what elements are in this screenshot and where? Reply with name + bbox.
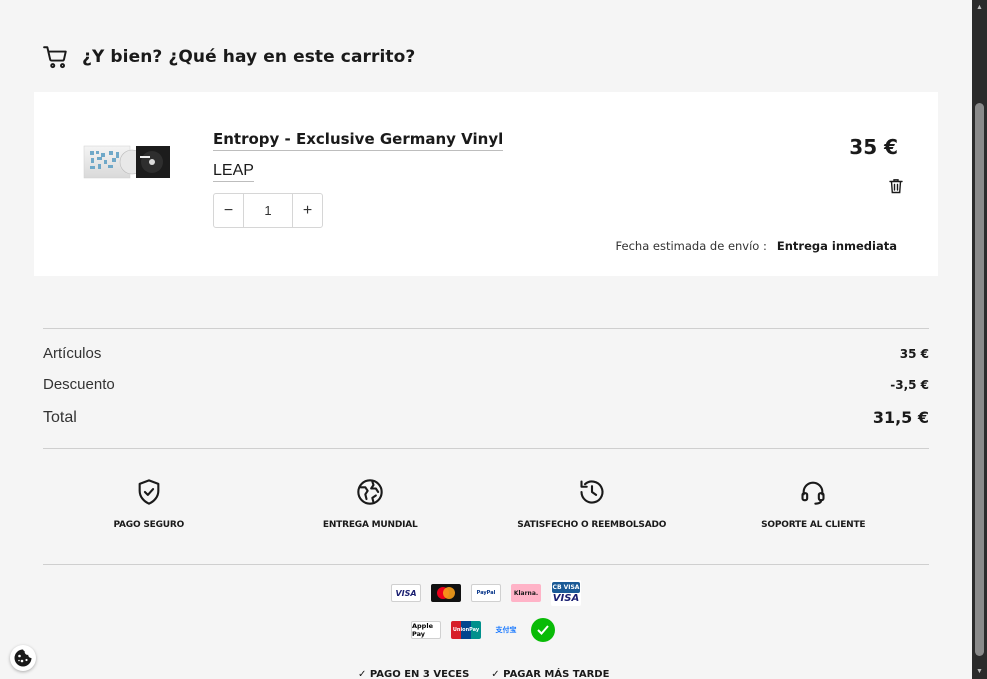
feature-satisfaction-guarantee: SATISFECHO O REEMBOLSADO (486, 478, 698, 530)
scroll-down-arrow-icon[interactable]: ▼ (972, 664, 987, 679)
unionpay-logo: UnionPay (451, 621, 481, 639)
discount-label: Descuento (43, 376, 115, 393)
discount-value: -3,5 € (890, 377, 929, 392)
mastercard-logo (431, 584, 461, 602)
articles-label: Artículos (43, 345, 102, 362)
payment-options: ✓ PAGO EN 3 VECES ✓ PAGAR MÁS TARDE (358, 669, 609, 679)
cb-visa-label: CB VISA (552, 581, 580, 593)
alipay-logo: 支付宝 (495, 626, 517, 634)
increase-quantity-button[interactable]: + (292, 194, 322, 227)
scroll-up-arrow-icon[interactable]: ▲ (972, 0, 987, 15)
summary-total-row: Total 31,5 € (43, 408, 929, 427)
divider (43, 328, 929, 329)
trust-features: PAGO SEGURO ENTREGA MUNDIAL SATISFECHO O… (43, 478, 929, 530)
trash-icon[interactable] (889, 178, 903, 194)
headset-icon (801, 481, 825, 505)
scrollbar-thumb[interactable] (975, 103, 984, 656)
pay-later-option: ✓ PAGAR MÁS TARDE (491, 669, 610, 679)
total-label: Total (43, 408, 77, 426)
feature-label: SOPORTE AL CLIENTE (761, 520, 866, 530)
product-artist-link[interactable]: LEAP (213, 162, 254, 182)
page-title: ¿Y bien? ¿Qué hay en este carrito? (82, 47, 416, 67)
quantity-stepper: − + (213, 193, 323, 228)
cb-visa-brand: VISA (552, 592, 580, 604)
shopping-cart-icon (43, 46, 67, 69)
shipping-estimate: Fecha estimada de envío : Entrega inmedi… (616, 239, 897, 253)
product-image[interactable] (82, 142, 174, 182)
paypal-logo: PayPal (471, 584, 501, 602)
pay-in-3-option: ✓ PAGO EN 3 VECES (358, 669, 470, 679)
payment-methods-row-2: Apple Pay UnionPay 支付宝 (411, 618, 555, 642)
item-price: 35 € (849, 135, 898, 159)
vertical-scrollbar[interactable]: ▲ ▼ (972, 0, 987, 679)
option-label: PAGO EN 3 VECES (369, 669, 470, 679)
feature-worldwide-delivery: ENTREGA MUNDIAL (265, 478, 477, 530)
wechat-logo (531, 618, 555, 642)
shipping-value: Entrega inmediata (776, 239, 897, 253)
cb-visa-logo: CB VISA VISA (551, 580, 581, 606)
visa-logo: VISA (391, 584, 421, 602)
articles-value: 35 € (899, 346, 929, 361)
divider (43, 448, 929, 449)
cart-item-card: Entropy - Exclusive Germany Vinyl LEAP −… (34, 92, 938, 276)
summary-articles-row: Artículos 35 € (43, 345, 929, 362)
product-name-link[interactable]: Entropy - Exclusive Germany Vinyl (213, 130, 504, 151)
globe-icon (357, 479, 383, 505)
apple-pay-logo: Apple Pay (411, 621, 441, 639)
feature-secure-payment: PAGO SEGURO (43, 478, 255, 530)
feature-label: ENTREGA MUNDIAL (322, 520, 418, 530)
history-icon (580, 480, 604, 504)
shield-check-icon (138, 479, 160, 505)
option-label: PAGAR MÁS TARDE (503, 669, 610, 679)
summary-discount-row: Descuento -3,5 € (43, 376, 929, 393)
payment-methods-row-1: VISA PayPal Klarna. CB VISA VISA (391, 580, 581, 606)
cart-header: ¿Y bien? ¿Qué hay en este carrito? (43, 44, 415, 70)
quantity-input[interactable] (244, 194, 292, 227)
decrease-quantity-button[interactable]: − (214, 194, 244, 227)
cookie-icon (14, 649, 32, 667)
feature-label: PAGO SEGURO (113, 520, 185, 530)
total-value: 31,5 € (872, 408, 929, 427)
cookie-settings-button[interactable] (10, 645, 36, 671)
feature-customer-support: SOPORTE AL CLIENTE (708, 478, 920, 530)
shipping-label: Fecha estimada de envío : (615, 239, 767, 253)
klarna-logo: Klarna. (511, 584, 541, 602)
cart-page: ¿Y bien? ¿Qué hay en este carrito? Entro… (0, 0, 972, 679)
feature-label: SATISFECHO O REEMBOLSADO (517, 520, 667, 530)
divider (43, 564, 929, 565)
